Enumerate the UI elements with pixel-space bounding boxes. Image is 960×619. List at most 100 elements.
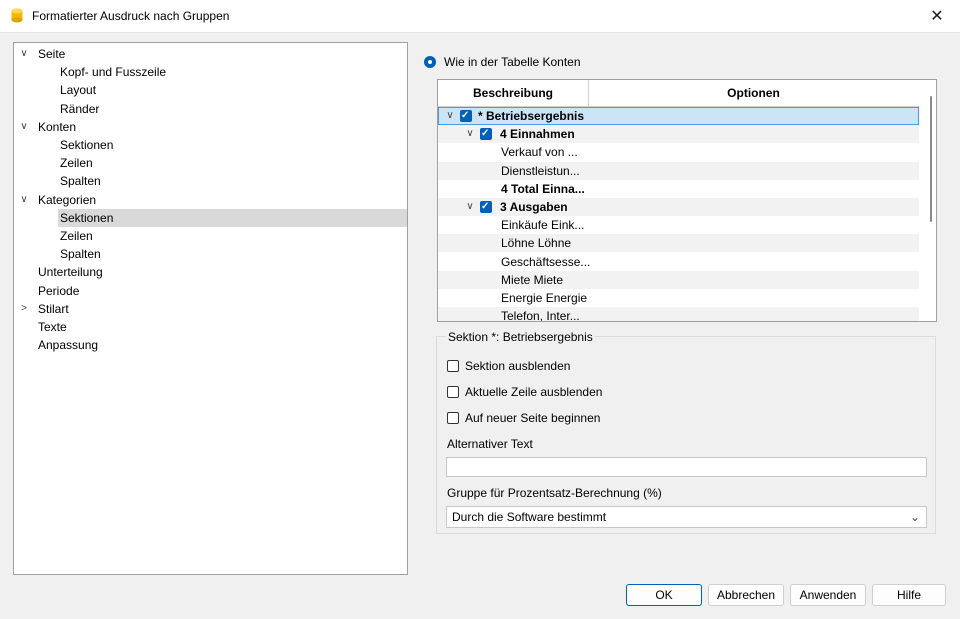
tree-item-label: Kategorien [38, 192, 97, 207]
grid-row[interactable]: ∨ 3 Ausgaben [438, 198, 919, 216]
title-bar: Formatierter Ausdruck nach Gruppen ✕ [0, 0, 960, 33]
tree-item[interactable]: ∨ Kategorien [20, 191, 97, 209]
option-hide-section[interactable]: Sektion ausblenden [447, 358, 570, 374]
chevron-down-icon[interactable]: ∨ [18, 191, 30, 209]
tree-item-label: Spalten [60, 247, 101, 262]
option-label: Sektion ausblenden [465, 359, 571, 373]
grid-row[interactable]: Miete Miete [438, 270, 919, 289]
tree-item[interactable]: Kopf- und Fusszeile [58, 63, 166, 81]
grid-row[interactable]: Verkauf von ... [438, 143, 919, 161]
tree-item[interactable]: Zeilen [58, 227, 93, 245]
grid-row[interactable]: Einkäufe Eink... [438, 216, 919, 234]
grid-row[interactable]: Telefon, Inter... [438, 307, 919, 322]
grid-row[interactable]: Energie Energie [438, 289, 919, 307]
column-header-description[interactable]: Beschreibung [438, 80, 589, 106]
option-hide-current-row[interactable]: Aktuelle Zeile ausblenden [447, 384, 602, 400]
alt-text-input[interactable] [446, 457, 927, 477]
radio-button-checked[interactable] [424, 56, 436, 68]
grid-cell-description: * Betriebsergebnis [478, 109, 585, 123]
select-value: Durch die Software bestimmt [452, 510, 607, 524]
tree-item-label: Ränder [60, 101, 100, 116]
option-label: Auf neuer Seite beginnen [465, 411, 601, 425]
grid-row[interactable]: Löhne Löhne [438, 234, 919, 253]
tree-item-label: Sektionen [60, 138, 114, 152]
chevron-down-icon[interactable]: ∨ [444, 107, 456, 125]
tree-item[interactable]: Sektionen [58, 208, 407, 227]
checkbox[interactable] [447, 386, 459, 398]
tree-item-label: Kopf- und Fusszeile [60, 65, 167, 80]
tree-item[interactable]: Unterteilung [36, 263, 103, 281]
tree-item[interactable]: Layout [58, 81, 96, 99]
tree-item-label: Unterteilung [38, 265, 103, 280]
vertical-scrollbar[interactable] [930, 96, 932, 222]
tree-item-label: Zeilen [60, 156, 93, 171]
grid-row[interactable]: Dienstleistun... [438, 161, 919, 180]
grid-cell-description: 4 Einnahmen [500, 127, 575, 142]
radio-label: Wie in der Tabelle Konten [444, 55, 581, 69]
tree-item-label: Periode [38, 283, 80, 298]
tree-item[interactable]: Texte [36, 318, 67, 336]
tree-item-label: Sektionen [60, 210, 114, 225]
grid-cell-description: Dienstleistun... [501, 163, 580, 178]
cancel-button[interactable]: Abbrechen [708, 584, 784, 606]
alt-text-label: Alternativer Text [447, 437, 533, 451]
apply-button[interactable]: Anwenden [790, 584, 866, 606]
sections-grid[interactable]: Beschreibung Optionen ∨* Betriebsergebni… [437, 79, 937, 322]
chevron-down-icon: ⌄ [909, 510, 920, 524]
grid-cell-description: Löhne Löhne [501, 236, 572, 251]
grid-cell-description: Energie Energie [501, 291, 588, 305]
tree-item[interactable]: > Stilart [21, 300, 69, 318]
database-icon [11, 8, 23, 23]
help-button[interactable]: Hilfe [872, 584, 946, 606]
tree-item[interactable]: Spalten [58, 172, 101, 190]
checkbox-checked[interactable] [480, 198, 492, 216]
grid-header: Beschreibung Optionen [438, 80, 919, 107]
grid-row[interactable]: ∨ * Betriebsergebnis [438, 107, 919, 125]
tree-item-label: Texte [38, 320, 67, 334]
chevron-down-icon[interactable]: ∨ [464, 125, 476, 143]
navigation-tree[interactable]: ∨ Seite Kopf- und Fusszeile Layout Ränder ∨ Ko… [13, 42, 408, 575]
grid-cell-description: Miete Miete [501, 272, 564, 287]
tree-item-label: Konten [38, 119, 77, 134]
option-new-page[interactable]: Auf neuer Seite beginnen [447, 410, 600, 426]
tree-item-label: Spalten [60, 174, 101, 189]
grid-cell-description: Verkauf von ... [501, 145, 578, 160]
chevron-down-icon[interactable]: ∨ [464, 198, 476, 216]
checkbox[interactable] [447, 360, 459, 372]
tree-item[interactable]: ∨ Konten [20, 118, 77, 136]
tree-item-label: Anpassung [38, 338, 99, 353]
grid-cell-description: Telefon, Inter... [501, 309, 580, 322]
close-button[interactable]: ✕ [914, 0, 960, 32]
checkbox-checked[interactable] [480, 125, 492, 143]
window-title: Formatierter Ausdruck nach Gruppen [32, 9, 230, 23]
grid-row[interactable]: 4 Total Einna... [438, 180, 919, 198]
grid-row[interactable]: Geschäftsesse... [438, 253, 919, 271]
checkbox[interactable] [447, 412, 459, 424]
tree-item-label: Seite [38, 47, 66, 61]
ok-button[interactable]: OK [626, 584, 702, 606]
tree-item[interactable]: Zeilen [58, 154, 93, 172]
tree-item[interactable]: Spalten [58, 245, 101, 263]
column-header-options[interactable]: Optionen [588, 80, 919, 106]
close-icon: ✕ [930, 8, 944, 25]
grid-cell-description: Einkäufe Eink... [501, 218, 585, 233]
grid-row[interactable]: ∨ 4 Einnahmen [438, 125, 919, 144]
checkbox-checked[interactable] [460, 107, 472, 125]
grid-cell-description: 4 Total Einna... [501, 181, 585, 196]
grid-cell-description: 3 Ausgaben [500, 200, 568, 214]
option-label: Aktuelle Zeile ausblenden [465, 385, 603, 399]
grid-cell-description: Geschäftsesse... [501, 254, 591, 269]
percent-group-select[interactable]: Durch die Software bestimmt ⌄ [446, 506, 927, 528]
tree-item[interactable]: ∨ Seite [20, 45, 66, 63]
tree-item-label: Stilart [38, 301, 69, 316]
tree-item-label: Layout [60, 83, 97, 98]
percent-group-label: Gruppe für Prozentsatz-Berechnung (%) [447, 486, 662, 500]
chevron-down-icon[interactable]: ∨ [18, 118, 30, 136]
tree-item[interactable]: Sektionen [58, 136, 113, 154]
chevron-down-icon[interactable]: ∨ [18, 45, 30, 63]
radio-like-accounts-table[interactable]: Wie in der Tabelle Konten [424, 54, 581, 70]
tree-item[interactable]: Anpassung [36, 336, 98, 354]
chevron-right-icon[interactable]: > [18, 300, 30, 318]
tree-item[interactable]: Ränder [58, 100, 99, 118]
tree-item[interactable]: Periode [36, 282, 79, 300]
